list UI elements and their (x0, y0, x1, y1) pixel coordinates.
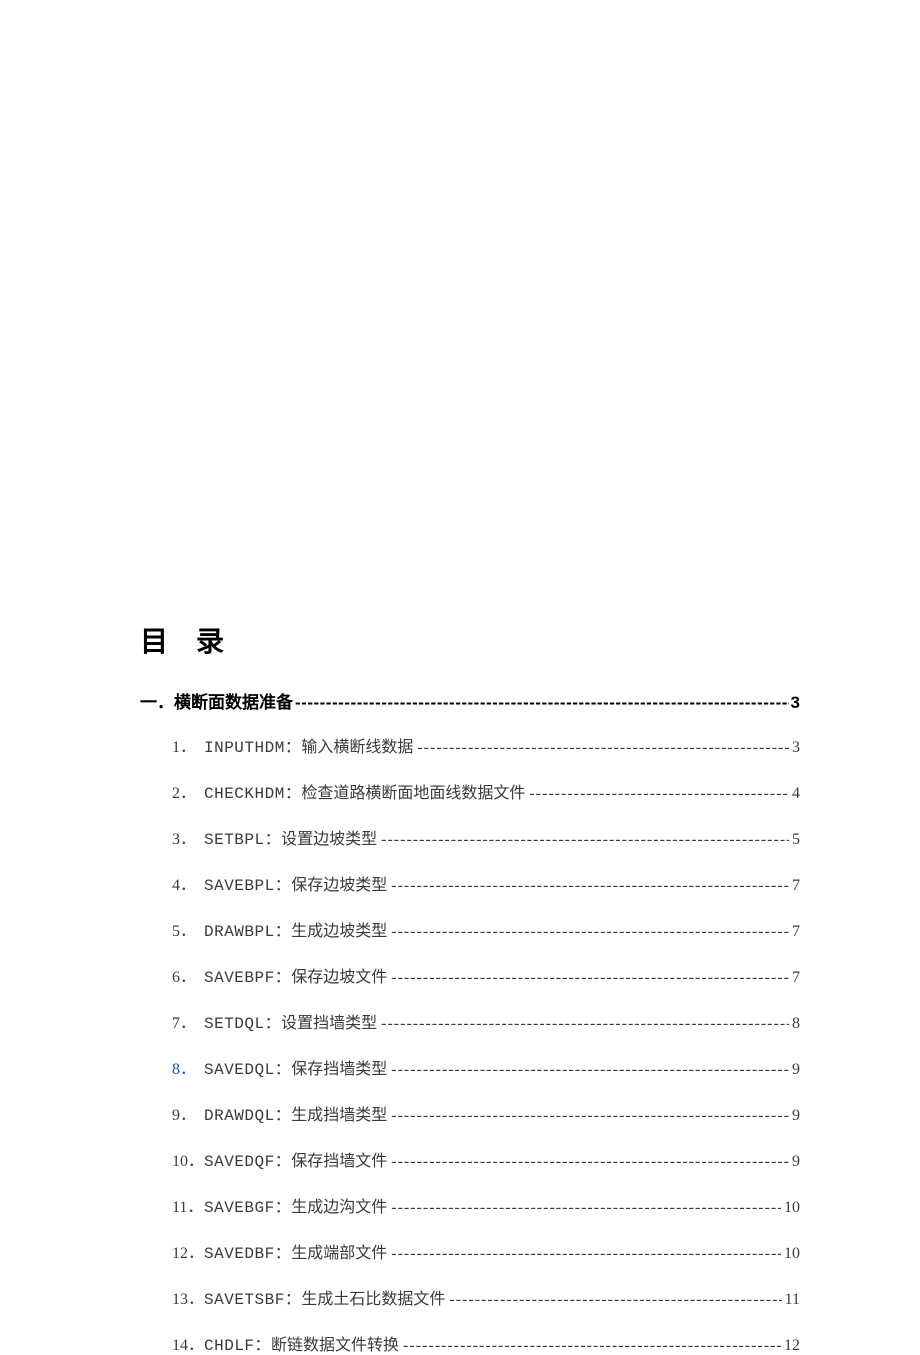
toc-item-description: 设置挡墙类型 (281, 1009, 377, 1033)
toc-item-leader (391, 1245, 781, 1263)
toc-item-command: DRAWBPL： (204, 917, 291, 941)
toc-item-row[interactable]: 14．CHDLF：断链数据文件转换 12 (172, 1331, 800, 1355)
toc-item-description: 检查道路横断面地面线数据文件 (301, 779, 525, 803)
toc-item-page: 11 (785, 1291, 800, 1309)
toc-item-page: 7 (792, 877, 800, 895)
toc-item-command: INPUTHDM： (204, 733, 301, 757)
toc-item-description: 生成土石比数据文件 (301, 1285, 445, 1309)
toc-item-description: 保存挡墙类型 (291, 1055, 387, 1079)
toc-item-row[interactable]: 9．DRAWDQL：生成挡墙类型 9 (172, 1101, 800, 1125)
toc-title: 目录 (140, 620, 800, 660)
toc-item-leader (391, 1061, 789, 1079)
toc-item-row[interactable]: 1．INPUTHDM：输入横断线数据 3 (172, 733, 800, 757)
toc-item-command: SAVETSBF： (204, 1285, 301, 1309)
toc-item-command: SETBPL： (204, 825, 281, 849)
toc-item-number: 11． (172, 1193, 204, 1217)
toc-item-page: 9 (792, 1153, 800, 1171)
toc-item-row[interactable]: 5．DRAWBPL：生成边坡类型 7 (172, 917, 800, 941)
toc-item-leader (403, 1337, 781, 1355)
toc-item-description: 输入横断线数据 (301, 733, 413, 757)
toc-item-page: 7 (792, 969, 800, 987)
toc-item-leader (391, 1199, 781, 1217)
toc-item-page: 4 (792, 785, 800, 803)
toc-item-leader (529, 785, 789, 803)
toc-item-leader (449, 1291, 781, 1309)
toc-item-row[interactable]: 6．SAVEBPF：保存边坡文件 7 (172, 963, 800, 987)
toc-item-number: 8． (172, 1055, 204, 1079)
toc-item-row[interactable]: 2．CHECKHDM：检查道路横断面地面线数据文件 4 (172, 779, 800, 803)
toc-item-number: 7． (172, 1009, 204, 1033)
toc-item-description: 生成边沟文件 (291, 1193, 387, 1217)
toc-item-page: 5 (792, 831, 800, 849)
toc-item-leader (391, 969, 789, 987)
toc-item-number: 3． (172, 825, 204, 849)
toc-item-page: 9 (792, 1061, 800, 1079)
toc-item-row[interactable]: 4．SAVEBPL：保存边坡类型 7 (172, 871, 800, 895)
toc-item-page: 9 (792, 1107, 800, 1125)
toc-item-page: 12 (784, 1337, 800, 1355)
toc-item-leader (417, 739, 789, 757)
toc-item-page: 8 (792, 1015, 800, 1033)
toc-item-command: SETDQL： (204, 1009, 281, 1033)
toc-item-row[interactable]: 7．SETDQL：设置挡墙类型 8 (172, 1009, 800, 1033)
toc-item-page: 10 (784, 1199, 800, 1217)
toc-item-description: 保存边坡文件 (291, 963, 387, 987)
toc-item-command: CHDLF： (204, 1331, 271, 1355)
toc-item-leader (391, 923, 789, 941)
toc-items: 1．INPUTHDM：输入横断线数据 3 2．CHECKHDM：检查道路横断面地面线… (140, 733, 800, 1355)
toc-item-command: SAVEDQL： (204, 1055, 291, 1079)
toc-item-description: 生成边坡类型 (291, 917, 387, 941)
toc-item-command: SAVEDBF： (204, 1239, 291, 1263)
toc-item-number: 12． (172, 1239, 204, 1263)
toc-item-description: 生成端部文件 (291, 1239, 387, 1263)
toc-section-row[interactable]: 一．横断面数据准备 3 (140, 688, 800, 713)
toc-section-label: 一．横断面数据准备 (140, 688, 293, 713)
toc-item-description: 生成挡墙类型 (291, 1101, 387, 1125)
toc-item-command: SAVEBPL： (204, 871, 291, 895)
toc-item-page: 7 (792, 923, 800, 941)
toc-item-leader (381, 1015, 789, 1033)
toc-item-command: DRAWDQL： (204, 1101, 291, 1125)
toc-item-command: CHECKHDM： (204, 779, 301, 803)
toc-item-row[interactable]: 10．SAVEDQF：保存挡墙文件 9 (172, 1147, 800, 1171)
toc-item-description: 设置边坡类型 (281, 825, 377, 849)
toc-section-page: 3 (791, 693, 800, 713)
toc-item-command: SAVEBGF： (204, 1193, 291, 1217)
toc-item-leader (391, 877, 789, 895)
toc-item-row[interactable]: 13．SAVETSBF：生成土石比数据文件 11 (172, 1285, 800, 1309)
toc-item-command: SAVEBPF： (204, 963, 291, 987)
toc-item-description: 保存挡墙文件 (291, 1147, 387, 1171)
toc-item-leader (391, 1153, 789, 1171)
toc-item-row[interactable]: 11．SAVEBGF：生成边沟文件 10 (172, 1193, 800, 1217)
toc-item-page: 3 (792, 739, 800, 757)
toc-item-page: 10 (784, 1245, 800, 1263)
toc-item-number: 9． (172, 1101, 204, 1125)
toc-item-number: 2． (172, 779, 204, 803)
toc-item-description: 保存边坡类型 (291, 871, 387, 895)
toc-item-description: 断链数据文件转换 (271, 1331, 399, 1355)
toc-item-row[interactable]: 3．SETBPL：设置边坡类型 5 (172, 825, 800, 849)
toc-item-number: 6． (172, 963, 204, 987)
toc-section-leader (295, 693, 789, 713)
toc-item-row[interactable]: 12．SAVEDBF：生成端部文件 10 (172, 1239, 800, 1263)
toc-item-row[interactable]: 8．SAVEDQL：保存挡墙类型 9 (172, 1055, 800, 1079)
toc-item-number: 5． (172, 917, 204, 941)
toc-item-number: 13． (172, 1285, 204, 1309)
toc-item-leader (391, 1107, 789, 1125)
toc-item-number: 14． (172, 1331, 204, 1355)
toc-item-number: 10． (172, 1147, 204, 1171)
page: 目录 一．横断面数据准备 3 1．INPUTHDM：输入横断线数据 3 2．CHEC… (0, 0, 920, 1302)
toc-item-number: 4． (172, 871, 204, 895)
toc-item-number: 1． (172, 733, 204, 757)
toc-item-leader (381, 831, 789, 849)
toc-item-command: SAVEDQF： (204, 1147, 291, 1171)
